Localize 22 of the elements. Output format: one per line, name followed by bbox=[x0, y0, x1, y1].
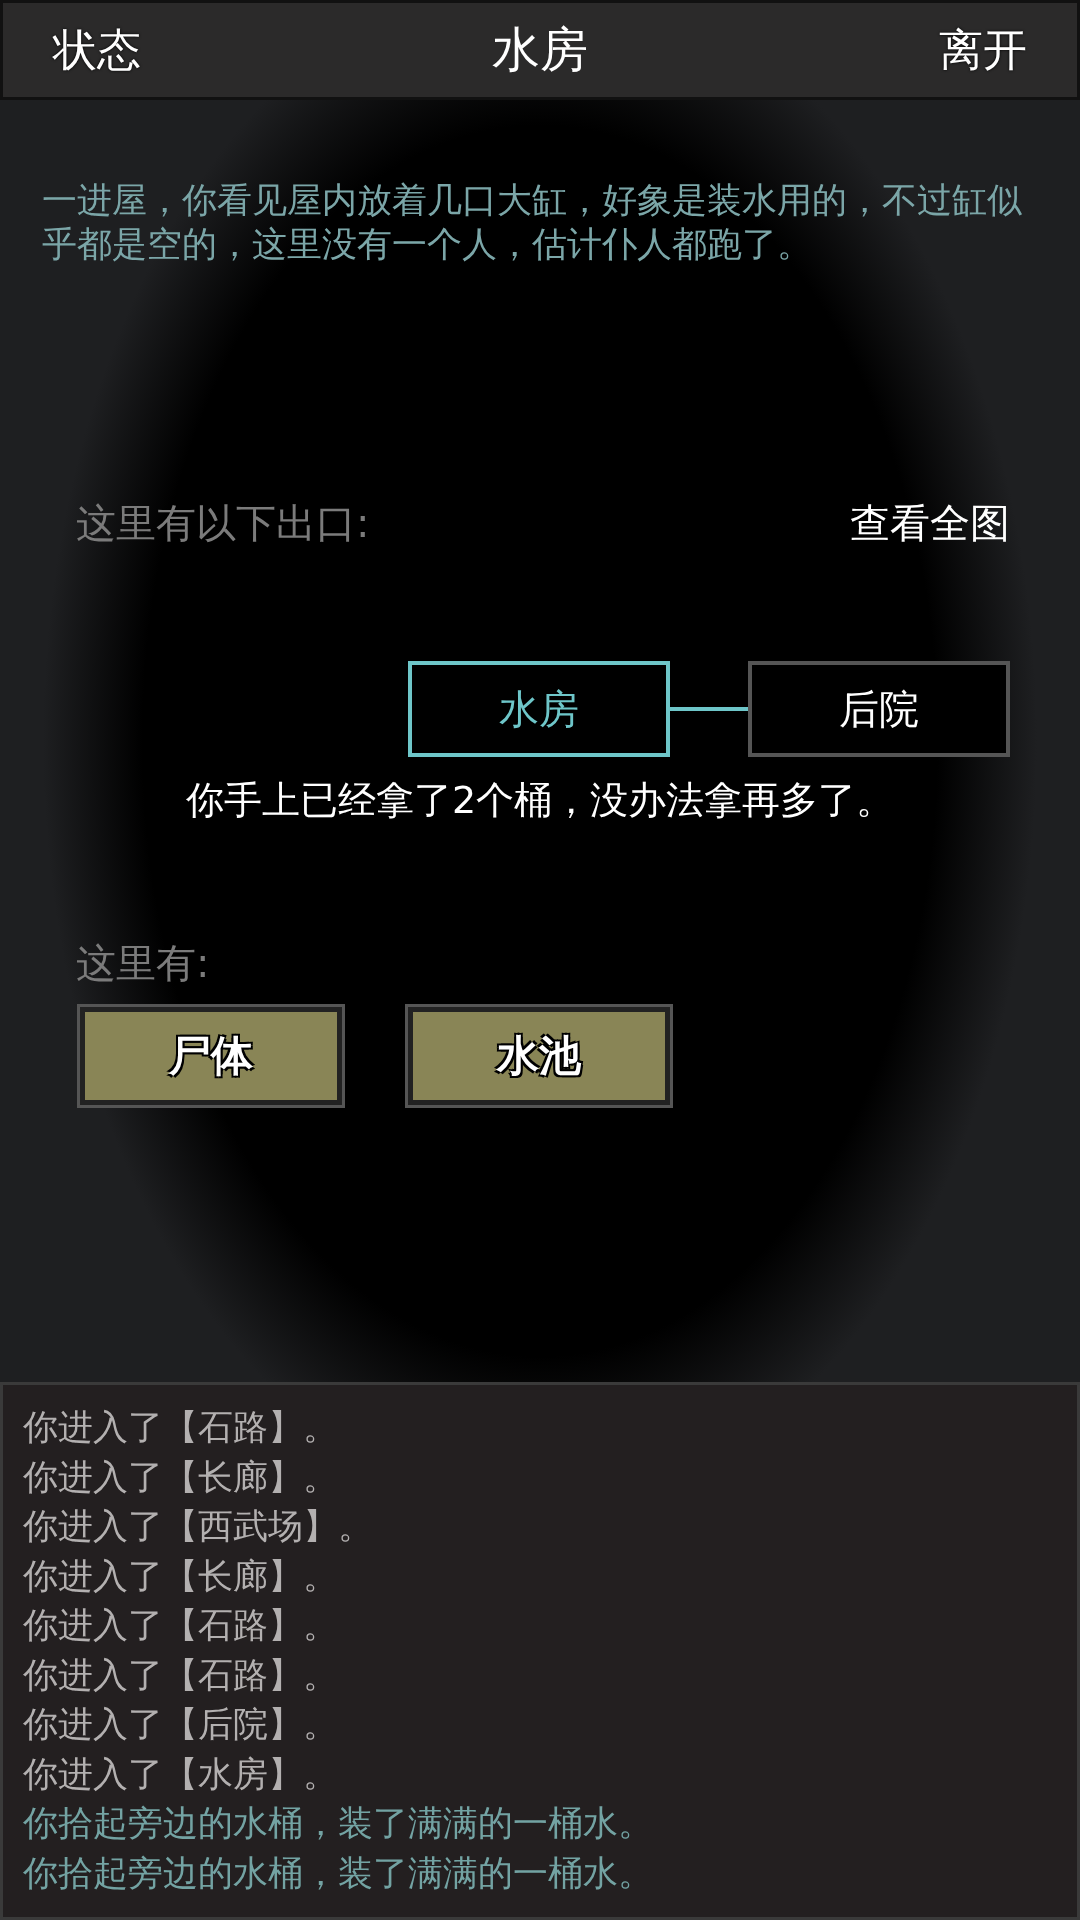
log-line: 你进入了【长廊】。 bbox=[23, 1554, 339, 1598]
log-line: 你进入了【石路】。 bbox=[23, 1406, 339, 1449]
map-node[interactable]: 水房 bbox=[408, 661, 670, 757]
room-description: 一进屋，你看见屋内放着几口大缸，好象是装水用的，不过缸似乎都是空的，这里没有一个人，估计仆人都跑了。 bbox=[42, 179, 1023, 266]
log-line: 你进入了【长廊】。 bbox=[23, 1455, 339, 1499]
log-line: 你进入了【西武场】。 bbox=[23, 1505, 374, 1548]
log-line: 你进入了【石路】。 bbox=[23, 1604, 339, 1647]
log-line: 你进入了【石路】。 bbox=[23, 1653, 339, 1697]
full-map-link[interactable]: 查看全图 bbox=[850, 496, 1010, 551]
location-title: 水房 bbox=[492, 20, 588, 79]
objects-label: 这里有: bbox=[76, 939, 211, 988]
object-button[interactable]: 水池 bbox=[408, 1007, 670, 1105]
exits-label: 这里有以下出口: bbox=[76, 499, 370, 548]
map-node[interactable]: 后院 bbox=[748, 661, 1010, 757]
log-line: 你拾起旁边的水桶，装了满满的一桶水。 bbox=[23, 1851, 654, 1895]
log-line: 你拾起旁边的水桶，装了满满的一桶水。 bbox=[23, 1802, 654, 1845]
status-button[interactable]: 状态 bbox=[53, 20, 141, 80]
notice-message: 你手上已经拿了2个桶，没办法拿再多了。 bbox=[184, 777, 896, 824]
leave-button[interactable]: 离开 bbox=[939, 20, 1027, 80]
log-line: 你进入了【水房】。 bbox=[23, 1752, 339, 1796]
log-line: 你进入了【后院】。 bbox=[23, 1703, 339, 1746]
object-button[interactable]: 尸体 bbox=[80, 1007, 342, 1105]
